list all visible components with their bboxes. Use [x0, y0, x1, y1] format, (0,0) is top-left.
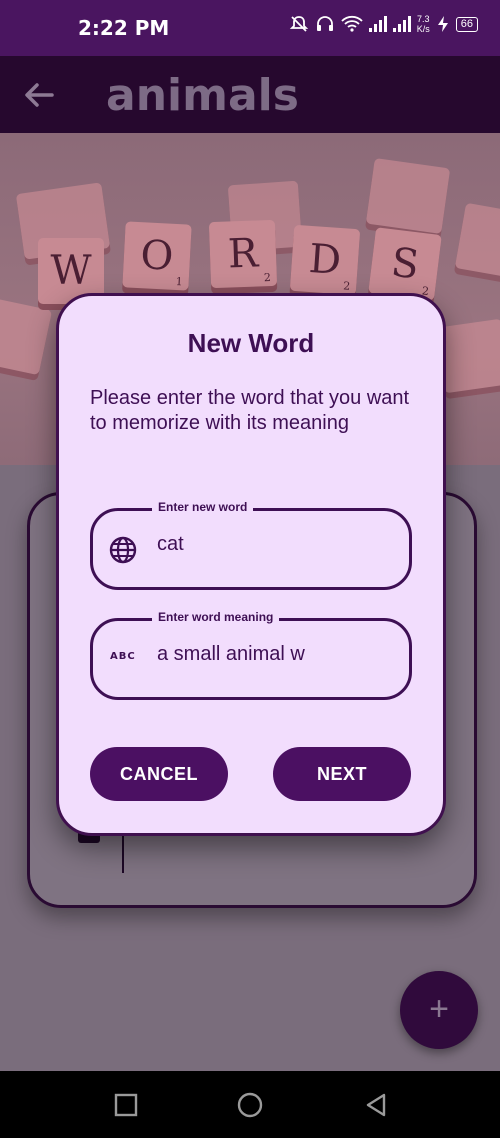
letter-tile: S2 [368, 227, 442, 301]
word-input[interactable] [157, 533, 315, 556]
letter-tile: D2 [289, 224, 361, 296]
back-icon[interactable] [362, 1091, 390, 1119]
wifi-icon [341, 15, 363, 32]
arrow-left-icon[interactable] [22, 78, 56, 112]
status-icons: 7.3 K/s 66 [289, 14, 478, 34]
page-title: animals [106, 70, 299, 121]
globe-icon [109, 536, 137, 564]
letter-tile: R2 [208, 219, 278, 289]
bg-tile [365, 158, 451, 234]
mute-icon [289, 16, 308, 32]
net-speed-unit: K/s [416, 24, 430, 34]
bg-tile [0, 296, 53, 376]
letter-tile: O1 [122, 221, 192, 291]
signal-icon [392, 16, 411, 32]
abc-icon: ABC [110, 651, 136, 662]
word-field[interactable]: Enter new word [90, 500, 412, 590]
nav-bar [0, 1071, 500, 1138]
dialog-message: Please enter the word that you want to m… [90, 387, 410, 434]
home-icon[interactable] [236, 1091, 264, 1119]
battery-icon: 66 [455, 16, 478, 32]
net-speed-value: 7.3 [416, 14, 430, 24]
next-button[interactable]: NEXT [273, 747, 411, 801]
meaning-field[interactable]: Enter word meaning ABC [90, 610, 412, 700]
signal-icon [368, 16, 387, 32]
status-time: 2:22 PM [78, 16, 170, 40]
net-speed: 7.3 K/s [417, 14, 430, 34]
recents-icon[interactable] [112, 1091, 140, 1119]
dialog-title: New Word [187, 328, 315, 358]
cancel-button[interactable]: CANCEL [90, 747, 228, 801]
new-word-dialog: New Word Please enter the word that you … [56, 293, 446, 836]
word-field-label: Enter new word [152, 500, 254, 514]
status-bar: 2:22 PM 7.3 K/s 66 [0, 0, 500, 56]
headset-icon [316, 16, 333, 31]
app-bar: animals [0, 56, 500, 133]
add-word-button[interactable]: + [400, 971, 478, 1049]
meaning-input[interactable] [157, 643, 315, 666]
charging-icon [437, 16, 448, 32]
bg-tile [454, 202, 500, 280]
meaning-field-label: Enter word meaning [152, 610, 280, 624]
